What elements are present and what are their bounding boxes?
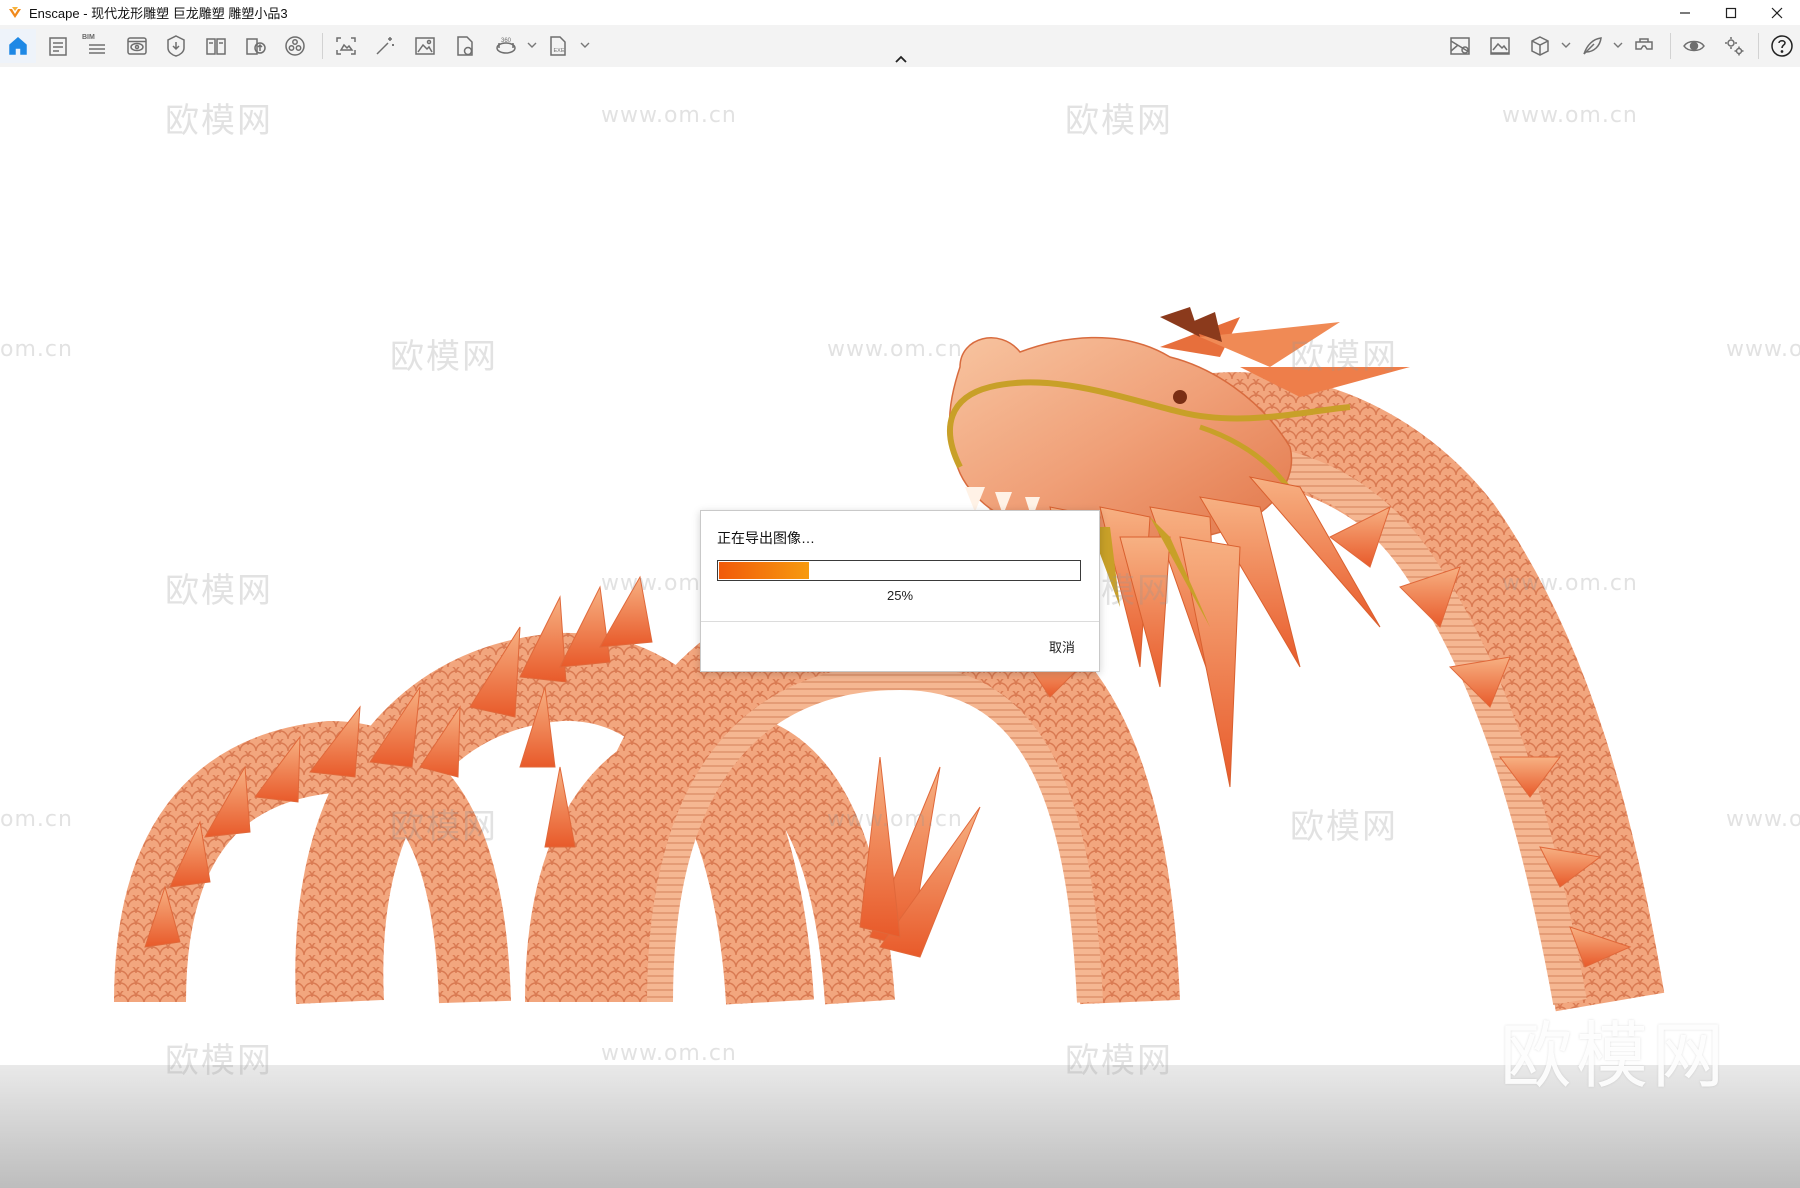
- exe-export-dropdown[interactable]: [579, 38, 591, 52]
- watermark-brand: 欧模网: [390, 337, 498, 377]
- enscape-logo-icon: [9, 6, 21, 18]
- svg-text:EXE: EXE: [554, 48, 565, 54]
- chevron-down-icon: [1613, 42, 1623, 48]
- image-settings-button[interactable]: [1482, 29, 1518, 63]
- watermark-url: www.om.cn: [1502, 103, 1638, 128]
- toolbar-separator: [322, 33, 323, 59]
- file-export-icon: [457, 36, 473, 56]
- watermark-brand: 欧模网: [165, 101, 273, 141]
- toolbar-separator: [1670, 33, 1671, 59]
- exe-export-button[interactable]: EXE: [540, 29, 576, 63]
- export-progress-dialog: 正在导出图像… 25% 取消: [700, 510, 1100, 672]
- watermark-url: www.om.cn: [601, 1041, 737, 1066]
- bim-label: BIM: [82, 34, 95, 41]
- watermark-brand: 欧模网: [165, 571, 273, 611]
- image-settings-icon: [1490, 37, 1510, 55]
- eye-icon: [1683, 40, 1705, 52]
- book-button[interactable]: [198, 29, 234, 63]
- material-button[interactable]: [277, 29, 313, 63]
- watermark-brand: 欧模网: [390, 807, 498, 847]
- cube-view-dropdown[interactable]: [1560, 38, 1572, 52]
- view-icon: [127, 37, 147, 55]
- toolbar-separator: [1758, 33, 1759, 59]
- upload-icon: [246, 38, 266, 55]
- svg-text:360: 360: [501, 38, 512, 44]
- exe-export-icon: EXE: [550, 36, 566, 56]
- image-icon: [415, 37, 435, 55]
- title-bar: Enscape - 现代龙形雕塑 巨龙雕塑 雕塑小品3: [0, 0, 1800, 25]
- asset-library-button[interactable]: [158, 29, 194, 63]
- document-icon: [49, 37, 67, 56]
- asset-icon: [167, 35, 185, 57]
- file-export-button[interactable]: [447, 29, 483, 63]
- material-icon: [285, 36, 305, 56]
- watermark-url: www.om.cn: [827, 807, 963, 832]
- home-icon: [9, 37, 27, 55]
- feather-button[interactable]: [1574, 29, 1610, 63]
- watermark-url: www.om.cn: [1502, 571, 1638, 596]
- watermark-url: om.cn: [0, 337, 73, 362]
- dialog-separator: [701, 621, 1099, 622]
- panorama-360-icon: 360: [496, 38, 516, 54]
- cancel-button[interactable]: 取消: [1043, 635, 1081, 658]
- map-view-button[interactable]: [1442, 29, 1478, 63]
- watermark-brand-large: 欧模网: [1500, 1014, 1729, 1098]
- close-icon: [1771, 7, 1783, 18]
- watermark-brand: 欧模网: [1290, 337, 1398, 377]
- watermark-url: www.o: [1726, 807, 1800, 832]
- visibility-button[interactable]: [1676, 29, 1712, 63]
- magic-wand-button[interactable]: [367, 29, 403, 63]
- export-progress-bar: [717, 560, 1081, 581]
- vr-headset-button[interactable]: [1626, 29, 1662, 63]
- help-button[interactable]: [1764, 29, 1800, 63]
- view-button[interactable]: [119, 29, 155, 63]
- cube-view-button[interactable]: [1522, 29, 1558, 63]
- screenshot-icon: [336, 37, 356, 55]
- minimize-button[interactable]: [1662, 0, 1708, 25]
- progress-fill: [719, 562, 809, 579]
- window-title: Enscape - 现代龙形雕塑 巨龙雕塑 雕塑小品3: [29, 6, 288, 21]
- dialog-title: 正在导出图像…: [717, 530, 815, 546]
- cube-view-icon: [1531, 36, 1549, 56]
- maximize-icon: [1725, 7, 1737, 18]
- settings-button[interactable]: [1716, 29, 1752, 63]
- vr-headset-icon: [1635, 38, 1653, 50]
- maximize-button[interactable]: [1708, 0, 1754, 25]
- chevron-down-icon: [527, 42, 537, 48]
- panorama-dropdown[interactable]: [526, 38, 538, 52]
- feather-dropdown[interactable]: [1612, 38, 1624, 52]
- watermark-brand: 欧模网: [1065, 1041, 1173, 1081]
- watermark-url: www.om.cn: [601, 103, 737, 128]
- document-button[interactable]: [40, 29, 76, 63]
- chevron-up-icon: [895, 55, 907, 63]
- watermark-url: om.cn: [0, 807, 73, 832]
- collapse-toolbar-toggle[interactable]: [890, 52, 912, 66]
- image-button[interactable]: [407, 29, 443, 63]
- watermark-url: www.om.cn: [827, 337, 963, 362]
- settings-icon: [1725, 37, 1744, 56]
- chevron-down-icon: [580, 42, 590, 48]
- screenshot-button[interactable]: [328, 29, 364, 63]
- close-button[interactable]: [1754, 0, 1800, 25]
- watermark-brand: 欧模网: [1290, 807, 1398, 847]
- map-view-icon: [1450, 37, 1470, 55]
- progress-percent: 25%: [886, 588, 914, 603]
- watermark-url: www.o: [1726, 337, 1800, 362]
- book-icon: [206, 38, 226, 55]
- feather-icon: [1583, 37, 1602, 55]
- panorama-button[interactable]: 360: [488, 29, 524, 63]
- watermark-brand: 欧模网: [165, 1041, 273, 1081]
- window-controls: [1662, 0, 1800, 25]
- magic-wand-icon: [376, 37, 394, 55]
- upload-button[interactable]: [238, 29, 274, 63]
- home-button[interactable]: [0, 29, 36, 63]
- bim-button[interactable]: BIM: [79, 29, 115, 63]
- help-icon: [1771, 35, 1793, 57]
- watermark-brand: 欧模网: [1065, 101, 1173, 141]
- minimize-icon: [1680, 11, 1690, 14]
- chevron-down-icon: [1561, 42, 1571, 48]
